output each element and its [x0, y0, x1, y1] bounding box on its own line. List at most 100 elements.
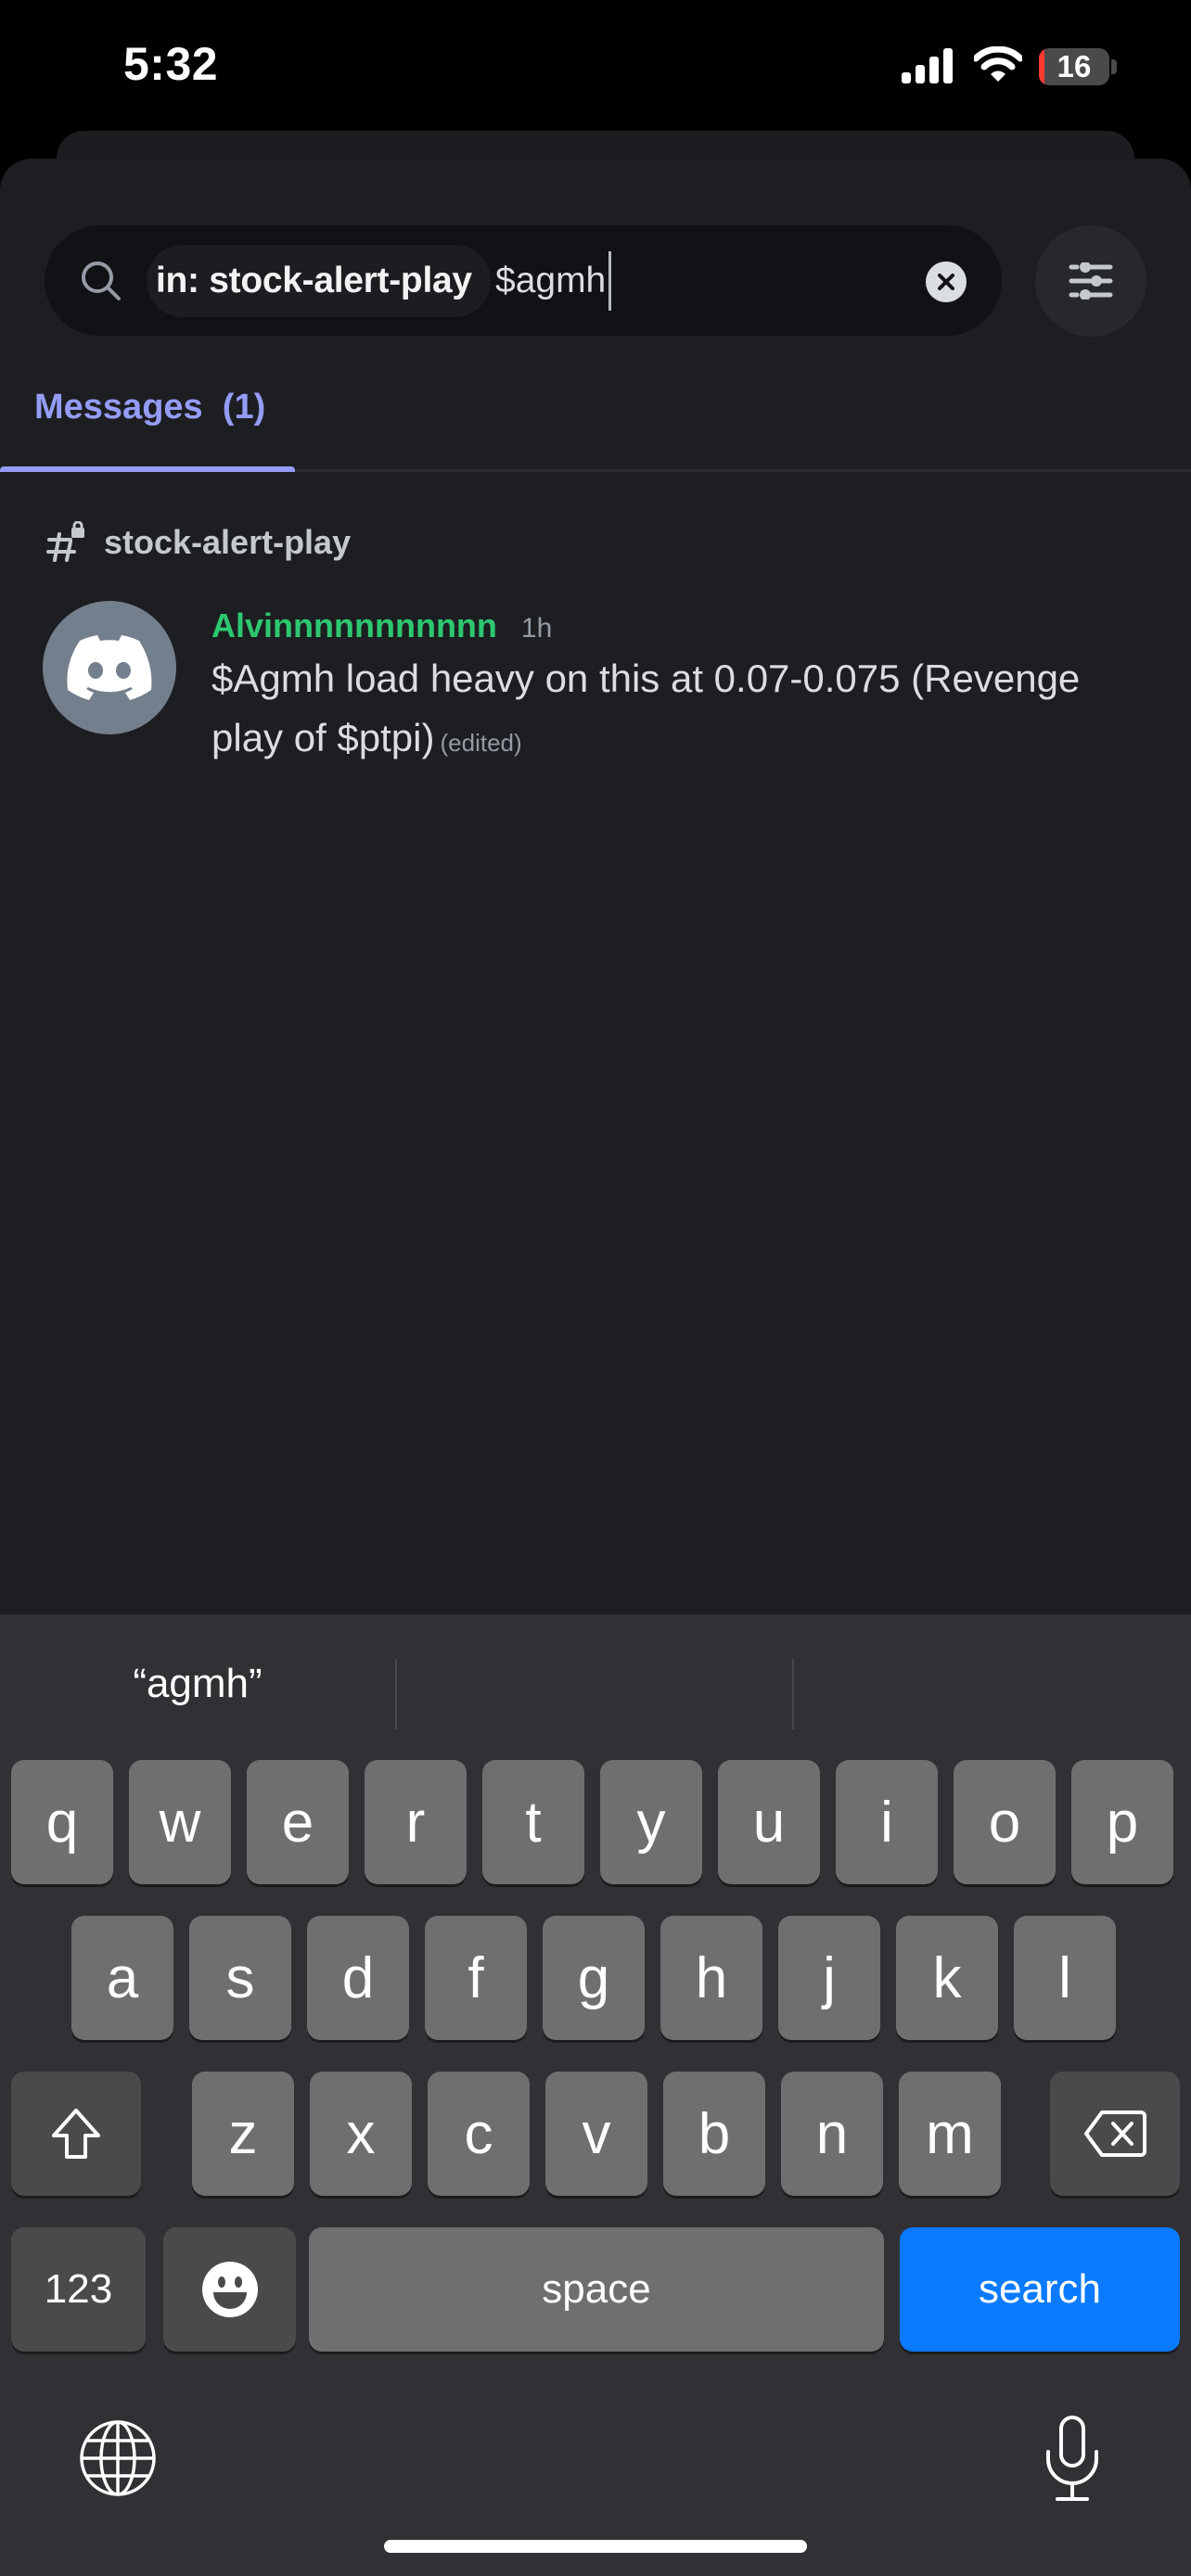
- key-j[interactable]: j: [778, 1916, 880, 2040]
- channel-filter-chip[interactable]: in: stock-alert-play: [147, 245, 491, 317]
- key-v[interactable]: v: [545, 2072, 647, 2196]
- sliders-icon: [1069, 262, 1113, 300]
- key-c[interactable]: c: [428, 2072, 530, 2196]
- battery-nub: [1111, 59, 1117, 74]
- key-i[interactable]: i: [836, 1760, 938, 1884]
- emoji-key[interactable]: [163, 2227, 296, 2352]
- search-filters-button[interactable]: [1035, 225, 1146, 337]
- tab-messages-label: Messages (1): [34, 388, 266, 427]
- result-channel-header[interactable]: stock-alert-play: [46, 519, 351, 566]
- key-label: e: [281, 1790, 314, 1855]
- key-o[interactable]: o: [954, 1760, 1056, 1884]
- numbers-key[interactable]: 123: [11, 2227, 146, 2352]
- key-b[interactable]: b: [663, 2072, 765, 2196]
- key-label: c: [464, 2101, 493, 2166]
- key-t[interactable]: t: [482, 1760, 584, 1884]
- channel-name: stock-alert-play: [104, 523, 352, 561]
- key-label: a: [106, 1945, 139, 2010]
- space-key[interactable]: space: [309, 2227, 884, 2352]
- prediction-3[interactable]: [794, 1647, 1191, 1721]
- key-a[interactable]: a: [71, 1916, 173, 2040]
- wifi-icon: [974, 46, 1022, 82]
- key-label: i: [880, 1790, 893, 1855]
- status-bar: 5:32 16: [0, 0, 1191, 130]
- search-query-text[interactable]: $agmh: [495, 245, 606, 317]
- key-label: b: [698, 2101, 731, 2166]
- clear-search-button[interactable]: [926, 261, 967, 302]
- home-indicator[interactable]: [384, 2540, 807, 2553]
- battery-level: 16: [1057, 49, 1092, 83]
- key-label: d: [341, 1945, 375, 2010]
- key-label: q: [45, 1790, 79, 1855]
- key-label: o: [988, 1790, 1021, 1855]
- key-label: r: [405, 1790, 426, 1855]
- discord-logo-icon: [67, 635, 152, 700]
- clock: 5:32: [123, 38, 219, 90]
- cellular-signal-icon: [902, 48, 953, 83]
- key-l[interactable]: l: [1014, 1916, 1116, 2040]
- key-label: w: [159, 1790, 201, 1855]
- backspace-icon: [1084, 2111, 1146, 2157]
- key-k[interactable]: k: [896, 1916, 998, 2040]
- key-q[interactable]: q: [11, 1760, 113, 1884]
- key-p[interactable]: p: [1071, 1760, 1173, 1884]
- text-caret: [608, 251, 611, 311]
- battery-indicator: 16: [1039, 48, 1109, 85]
- message-content: $Agmh load heavy on this at 0.07-0.075 (…: [211, 649, 1139, 772]
- search-result-message[interactable]: Alvinnnnnnnnnnn 1h $Agmh load heavy on t…: [43, 601, 1156, 768]
- search-return-key[interactable]: search: [900, 2227, 1180, 2352]
- key-label: g: [577, 1945, 610, 2010]
- key-label: n: [815, 2101, 849, 2166]
- key-d[interactable]: d: [307, 1916, 409, 2040]
- key-label: m: [926, 2101, 974, 2166]
- key-f[interactable]: f: [425, 1916, 527, 2040]
- predictive-text-bar: “agmh”: [0, 1614, 1191, 1753]
- key-e[interactable]: e: [247, 1760, 349, 1884]
- key-label: y: [636, 1790, 666, 1855]
- globe-icon[interactable]: [78, 2418, 158, 2498]
- key-n[interactable]: n: [781, 2072, 883, 2196]
- edited-label: (edited): [440, 729, 522, 757]
- key-w[interactable]: w: [129, 1760, 231, 1884]
- active-tab-indicator: [0, 466, 295, 472]
- space-key-label: space: [542, 2266, 651, 2312]
- search-key-label: search: [978, 2266, 1102, 2312]
- avatar[interactable]: [43, 601, 176, 734]
- key-z[interactable]: z: [192, 2072, 294, 2196]
- key-y[interactable]: y: [600, 1760, 702, 1884]
- key-label: l: [1058, 1945, 1071, 2010]
- key-label: h: [695, 1945, 728, 2010]
- key-label: v: [582, 2101, 611, 2166]
- message-header: Alvinnnnnnnnnnn 1h: [211, 606, 552, 647]
- key-m[interactable]: m: [899, 2072, 1001, 2196]
- emoji-icon: [201, 2262, 258, 2317]
- shift-icon: [52, 2109, 100, 2159]
- microphone-icon[interactable]: [1043, 2415, 1102, 2504]
- prediction-1[interactable]: “agmh”: [0, 1647, 395, 1721]
- key-label: z: [228, 2101, 258, 2166]
- key-label: u: [752, 1790, 786, 1855]
- key-h[interactable]: h: [660, 1916, 762, 2040]
- author-name[interactable]: Alvinnnnnnnnnnn: [211, 606, 497, 645]
- message-timestamp: 1h: [520, 613, 553, 644]
- prediction-2[interactable]: [397, 1647, 792, 1721]
- message-text: $Agmh load heavy on this at 0.07-0.075 (…: [211, 657, 1081, 759]
- key-label: x: [346, 2101, 376, 2166]
- key-label: p: [1106, 1790, 1139, 1855]
- key-label: t: [525, 1790, 542, 1855]
- delete-key[interactable]: [1050, 2072, 1180, 2196]
- search-icon: [82, 261, 121, 300]
- close-icon: [938, 274, 954, 290]
- shift-key[interactable]: [11, 2072, 141, 2196]
- tab-messages[interactable]: Messages (1): [0, 371, 295, 473]
- key-label: s: [225, 1945, 255, 2010]
- key-g[interactable]: g: [543, 1916, 645, 2040]
- key-label: f: [467, 1945, 484, 2010]
- locked-hashtag-icon: [46, 521, 84, 562]
- key-label: j: [823, 1945, 836, 2010]
- key-s[interactable]: s: [189, 1916, 291, 2040]
- key-u[interactable]: u: [718, 1760, 820, 1884]
- key-x[interactable]: x: [310, 2072, 412, 2196]
- key-r[interactable]: r: [365, 1760, 467, 1884]
- key-label: k: [932, 1945, 962, 2010]
